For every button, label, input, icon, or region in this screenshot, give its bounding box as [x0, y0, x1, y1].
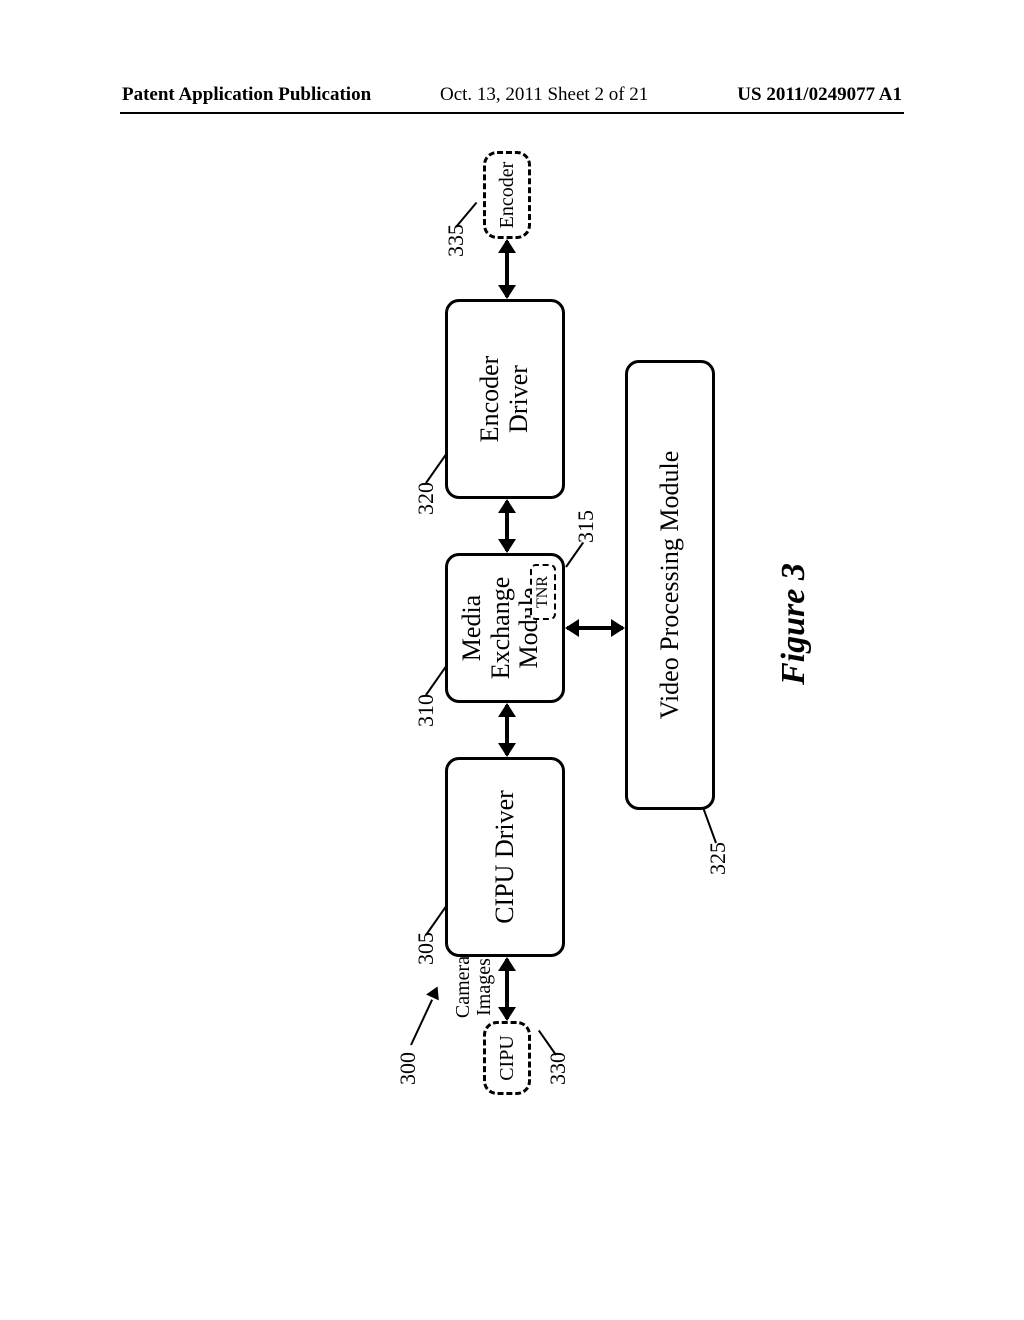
- lead-315: [565, 542, 584, 568]
- ref-325: 325: [705, 842, 731, 875]
- lead-325: [702, 807, 717, 843]
- media-exchange-box: Media Exchange Module TNR: [445, 553, 565, 703]
- lead-310: [425, 666, 447, 696]
- cipu-label: CIPU: [496, 1035, 518, 1081]
- camera-images-l1: Camera: [453, 947, 474, 1027]
- ref-315: 315: [573, 510, 599, 543]
- tnr-label: TNR: [534, 576, 552, 608]
- ref-310: 310: [413, 694, 439, 727]
- figure-caption: Figure 3: [775, 563, 813, 685]
- lead-320: [425, 454, 447, 484]
- ref-335: 335: [443, 224, 469, 257]
- camera-images-label: Camera Images: [453, 947, 495, 1027]
- ref-305: 305: [413, 932, 439, 965]
- arrow-driver-media: [505, 705, 509, 755]
- header-rule: [120, 112, 904, 114]
- media-exch-l1: Media: [458, 595, 487, 661]
- ref-300: 300: [395, 1052, 421, 1085]
- encoder-driver-l1: Encoder: [476, 356, 505, 443]
- arrow-media-videoproc: [567, 626, 623, 630]
- header-right: US 2011/0249077 A1: [737, 84, 902, 106]
- encoder-driver-box: Encoder Driver: [445, 299, 565, 499]
- arrow-cipu-to-driver: [505, 959, 509, 1019]
- media-exch-l2: Exchange: [487, 577, 516, 680]
- encoder-label: Encoder: [496, 162, 518, 229]
- arrow-media-encdrv: [505, 501, 509, 551]
- camera-images-l2: Images: [474, 947, 495, 1027]
- tnr-box: TNR: [530, 564, 556, 620]
- encoder-box: Encoder: [483, 151, 531, 239]
- page-header: Patent Application Publication Oct. 13, …: [0, 84, 1024, 114]
- ref-320: 320: [413, 482, 439, 515]
- video-processing-box: Video Processing Module: [625, 360, 715, 810]
- lead-300: [410, 999, 433, 1045]
- cipu-driver-box: CIPU Driver: [445, 757, 565, 957]
- figure-3-diagram: 300 CIPU 330 Camera Images CIPU Driver 3…: [25, 285, 975, 985]
- lead-300-arrowhead: [426, 984, 444, 1001]
- ref-330: 330: [545, 1052, 571, 1085]
- cipu-box: CIPU: [483, 1021, 531, 1095]
- header-middle: Oct. 13, 2011 Sheet 2 of 21: [440, 84, 648, 106]
- header-left: Patent Application Publication: [122, 84, 371, 106]
- encoder-driver-l2: Driver: [505, 365, 534, 433]
- cipu-driver-label: CIPU Driver: [491, 790, 520, 924]
- arrow-encdrv-encoder: [505, 241, 509, 297]
- video-processing-label: Video Processing Module: [656, 451, 685, 720]
